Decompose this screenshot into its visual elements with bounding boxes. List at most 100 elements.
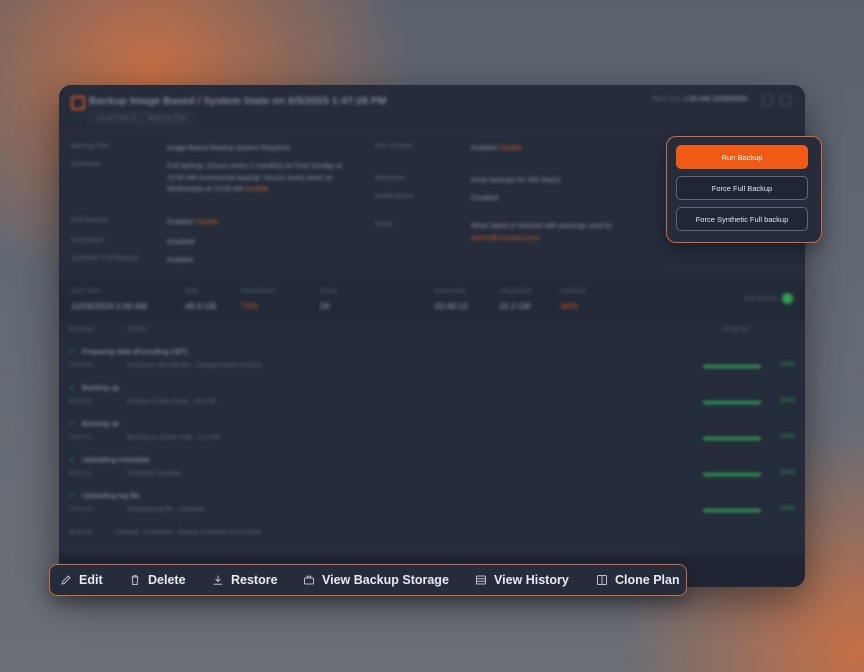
run-backup-button[interactable]: Run Backup [676, 145, 808, 169]
stat-value: 73% [241, 301, 259, 311]
stat-uploaded: UPLOADED 15.2 GB [499, 289, 532, 311]
detail-value: Enabled [167, 257, 193, 264]
detail-value: Keep backups for 365 day(s) [471, 177, 561, 184]
detail-value: Image-Based Backup System Required [167, 145, 290, 152]
detail-key: Notifications [375, 193, 414, 200]
step-name: Uploading metadata [82, 455, 150, 464]
stat-label: ERRORS [561, 289, 587, 295]
step-progress-bar [703, 509, 761, 512]
detail-key: Synthetic Full Backup [71, 255, 139, 262]
edit-button[interactable]: Edit [60, 565, 103, 595]
step-percent: 100% [779, 434, 795, 440]
full-backup-status: Enabled [167, 219, 193, 226]
pencil-icon [61, 575, 71, 585]
header-progress: Progress [722, 326, 749, 333]
next-run-meta: Next Run 1:00 AM 10/29/2024 [652, 96, 747, 103]
view-history-label: View History [494, 573, 569, 587]
status-ok-icon [782, 293, 793, 304]
detail-key: Run Checks [375, 143, 414, 150]
step-duration: 00:01:22 [69, 471, 93, 477]
check-icon: ✓ [69, 455, 76, 464]
steps-list: ✓ Preparing data (Excluding CBT) 00:00:0… [69, 341, 795, 521]
stat-label: UPLOADED [499, 289, 533, 295]
step-name: Preparing data (Excluding CBT) [82, 347, 188, 356]
detail-key: Encryption [71, 237, 105, 244]
storage-icon [304, 575, 314, 585]
stat-last-run: LAST RUN 10/26/2024 2:00 AM [71, 289, 147, 311]
step-detail: Backing up data blocks · 49.6 GB [127, 399, 217, 405]
step-detail: Uploading metadata [127, 471, 181, 477]
auto-backup-label: Auto Backup [743, 296, 778, 303]
stat-value: 29 [320, 301, 330, 311]
progress-fill [703, 509, 761, 512]
step-row: ✓ Uploading log file 00:00:14 Uploading … [69, 485, 795, 521]
full-backup-disable-link[interactable]: Disable [195, 219, 218, 226]
window-title: Backup Image Based / System State on 6/5… [89, 95, 387, 107]
stat-value: 84% [561, 301, 579, 311]
step-duration: 00:40:02 [69, 399, 93, 405]
step-row: ✓ Backing up 00:20:11 Backing up system … [69, 413, 795, 449]
stat-errors: ERRORS 84% [561, 289, 587, 311]
auto-backup-toggle[interactable]: Auto Backup [744, 293, 793, 304]
cleanup-duration: 00:00:02 [69, 530, 93, 536]
email-link[interactable]: admin@company.com [471, 235, 540, 242]
step-name: Backing up [82, 383, 120, 392]
progress-fill [703, 401, 761, 404]
restore-button[interactable]: Restore [212, 565, 278, 595]
cleanup-detail: Cleanup · Completed · Backup completed s… [116, 530, 262, 536]
stat-size: SIZE 49.6 GB [185, 289, 216, 311]
step-name: Uploading log file [82, 491, 140, 500]
backup-plan-icon [71, 96, 85, 110]
step-percent: 100% [779, 398, 795, 404]
force-synthetic-full-backup-button[interactable]: Force Synthetic Full backup [676, 207, 808, 231]
check-icon: ✓ [69, 383, 76, 392]
check-icon: ✓ [69, 491, 76, 500]
detail-value: Disabled [167, 239, 195, 246]
header-details: Details [127, 326, 147, 333]
backup-actions-panel: Run Backup Force Full Backup Force Synth… [666, 136, 822, 243]
view-backup-storage-label: View Backup Storage [322, 573, 449, 587]
run-checks-status: Enabled [471, 145, 497, 152]
maximize-icon[interactable] [762, 95, 773, 106]
step-row: ✓ Backing up 00:40:02 Backing up data bl… [69, 377, 795, 413]
detail-key: Retention [375, 175, 405, 182]
stat-duration: DURATION 02:40:12 [435, 289, 468, 311]
stat-label: DURATION [435, 289, 466, 295]
history-list-icon [476, 575, 486, 585]
stat-progress: PROGRESS 73% [241, 289, 275, 311]
step-percent: 100% [779, 470, 795, 476]
detail-value: Full backup: Occurs every 1 month(s) on … [167, 161, 347, 196]
force-full-backup-button[interactable]: Force Full Backup [676, 176, 808, 200]
stat-value: 10/26/2024 2:00 AM [71, 301, 148, 311]
clone-plan-button[interactable]: Clone Plan [596, 565, 680, 595]
trash-icon [131, 575, 139, 585]
next-run-label: Next Run [652, 96, 682, 103]
edit-label: Edit [79, 573, 103, 587]
stats-bar: LAST RUN 10/26/2024 2:00 AM SIZE 49.6 GB P… [59, 278, 805, 324]
view-history-button[interactable]: View History [475, 565, 569, 595]
detail-key: Full Backup [71, 217, 108, 224]
stat-label: LAST RUN [71, 289, 101, 295]
step-duration: 00:20:11 [69, 435, 92, 441]
clone-icon [597, 575, 607, 585]
delete-button[interactable]: Delete [129, 565, 186, 595]
detail-value: When failed or finished with warnings se… [471, 221, 671, 244]
step-detail: Backing up system state · 12.5 GB [127, 435, 220, 441]
header-duration: Duration [69, 326, 94, 333]
step-percent: 100% [779, 362, 795, 368]
progress-fill [703, 437, 761, 440]
run-checks-disable-link[interactable]: Disable [499, 145, 522, 152]
steps-header: Duration Details Progress [69, 326, 795, 333]
stat-value: 02:40:12 [435, 301, 469, 311]
close-icon[interactable] [780, 95, 791, 106]
restore-label: Restore [231, 573, 278, 587]
stat-files: FILES 29 [320, 289, 337, 311]
step-progress-bar [703, 401, 761, 404]
step-row: ✓ Uploading metadata 00:01:22 Uploading … [69, 449, 795, 485]
step-duration: 00:00:04 [69, 363, 93, 369]
stat-label: FILES [320, 289, 337, 295]
detail-key: Email [375, 221, 393, 228]
view-backup-storage-button[interactable]: View Backup Storage [303, 565, 449, 595]
step-detail: Uploading log file · Complete [127, 507, 205, 513]
schedule-disable-link[interactable]: Disable [245, 186, 268, 193]
